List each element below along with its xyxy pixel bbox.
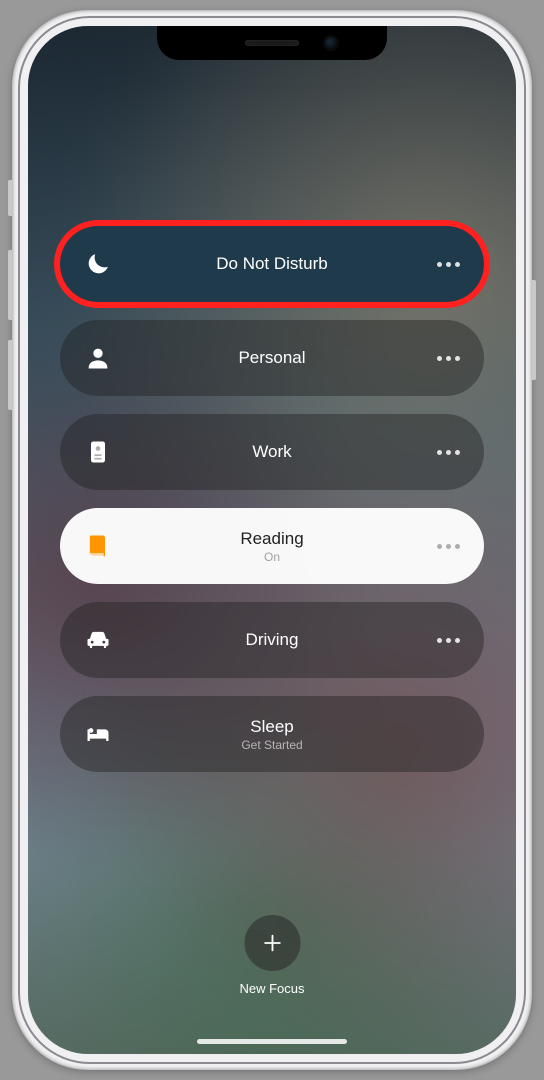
focus-row-dnd[interactable]: Do Not Disturb bbox=[60, 226, 484, 302]
focus-row-label: Personal bbox=[60, 348, 484, 368]
focus-row-sleep[interactable]: Sleep Get Started bbox=[60, 696, 484, 772]
bed-icon bbox=[82, 718, 114, 750]
focus-row-label: Sleep Get Started bbox=[60, 717, 484, 752]
focus-row-label: Driving bbox=[60, 630, 484, 650]
focus-row-driving[interactable]: Driving bbox=[60, 602, 484, 678]
focus-row-work[interactable]: Work bbox=[60, 414, 484, 490]
moon-icon bbox=[82, 248, 114, 280]
home-indicator[interactable] bbox=[197, 1039, 347, 1044]
volume-up-button bbox=[8, 250, 12, 320]
more-icon[interactable] bbox=[437, 450, 460, 455]
focus-row-personal[interactable]: Personal bbox=[60, 320, 484, 396]
focus-row-label: Work bbox=[60, 442, 484, 462]
speaker-grille bbox=[245, 40, 299, 46]
front-camera bbox=[325, 37, 337, 49]
car-icon bbox=[82, 624, 114, 656]
more-icon[interactable] bbox=[437, 262, 460, 267]
phone-frame: Do Not Disturb Personal bbox=[12, 10, 532, 1070]
notch bbox=[157, 26, 387, 60]
focus-row-label: Reading On bbox=[60, 529, 484, 564]
mute-switch bbox=[8, 180, 12, 216]
more-icon[interactable] bbox=[437, 544, 460, 549]
person-icon bbox=[82, 342, 114, 374]
focus-row-reading[interactable]: Reading On bbox=[60, 508, 484, 584]
book-icon bbox=[82, 530, 114, 562]
volume-down-button bbox=[8, 340, 12, 410]
more-icon[interactable] bbox=[437, 356, 460, 361]
focus-menu: Do Not Disturb Personal bbox=[28, 26, 516, 1054]
focus-row-label: Do Not Disturb bbox=[60, 254, 484, 274]
more-icon[interactable] bbox=[437, 638, 460, 643]
power-button bbox=[532, 280, 536, 380]
screen: Do Not Disturb Personal bbox=[28, 26, 516, 1054]
badge-icon bbox=[82, 436, 114, 468]
